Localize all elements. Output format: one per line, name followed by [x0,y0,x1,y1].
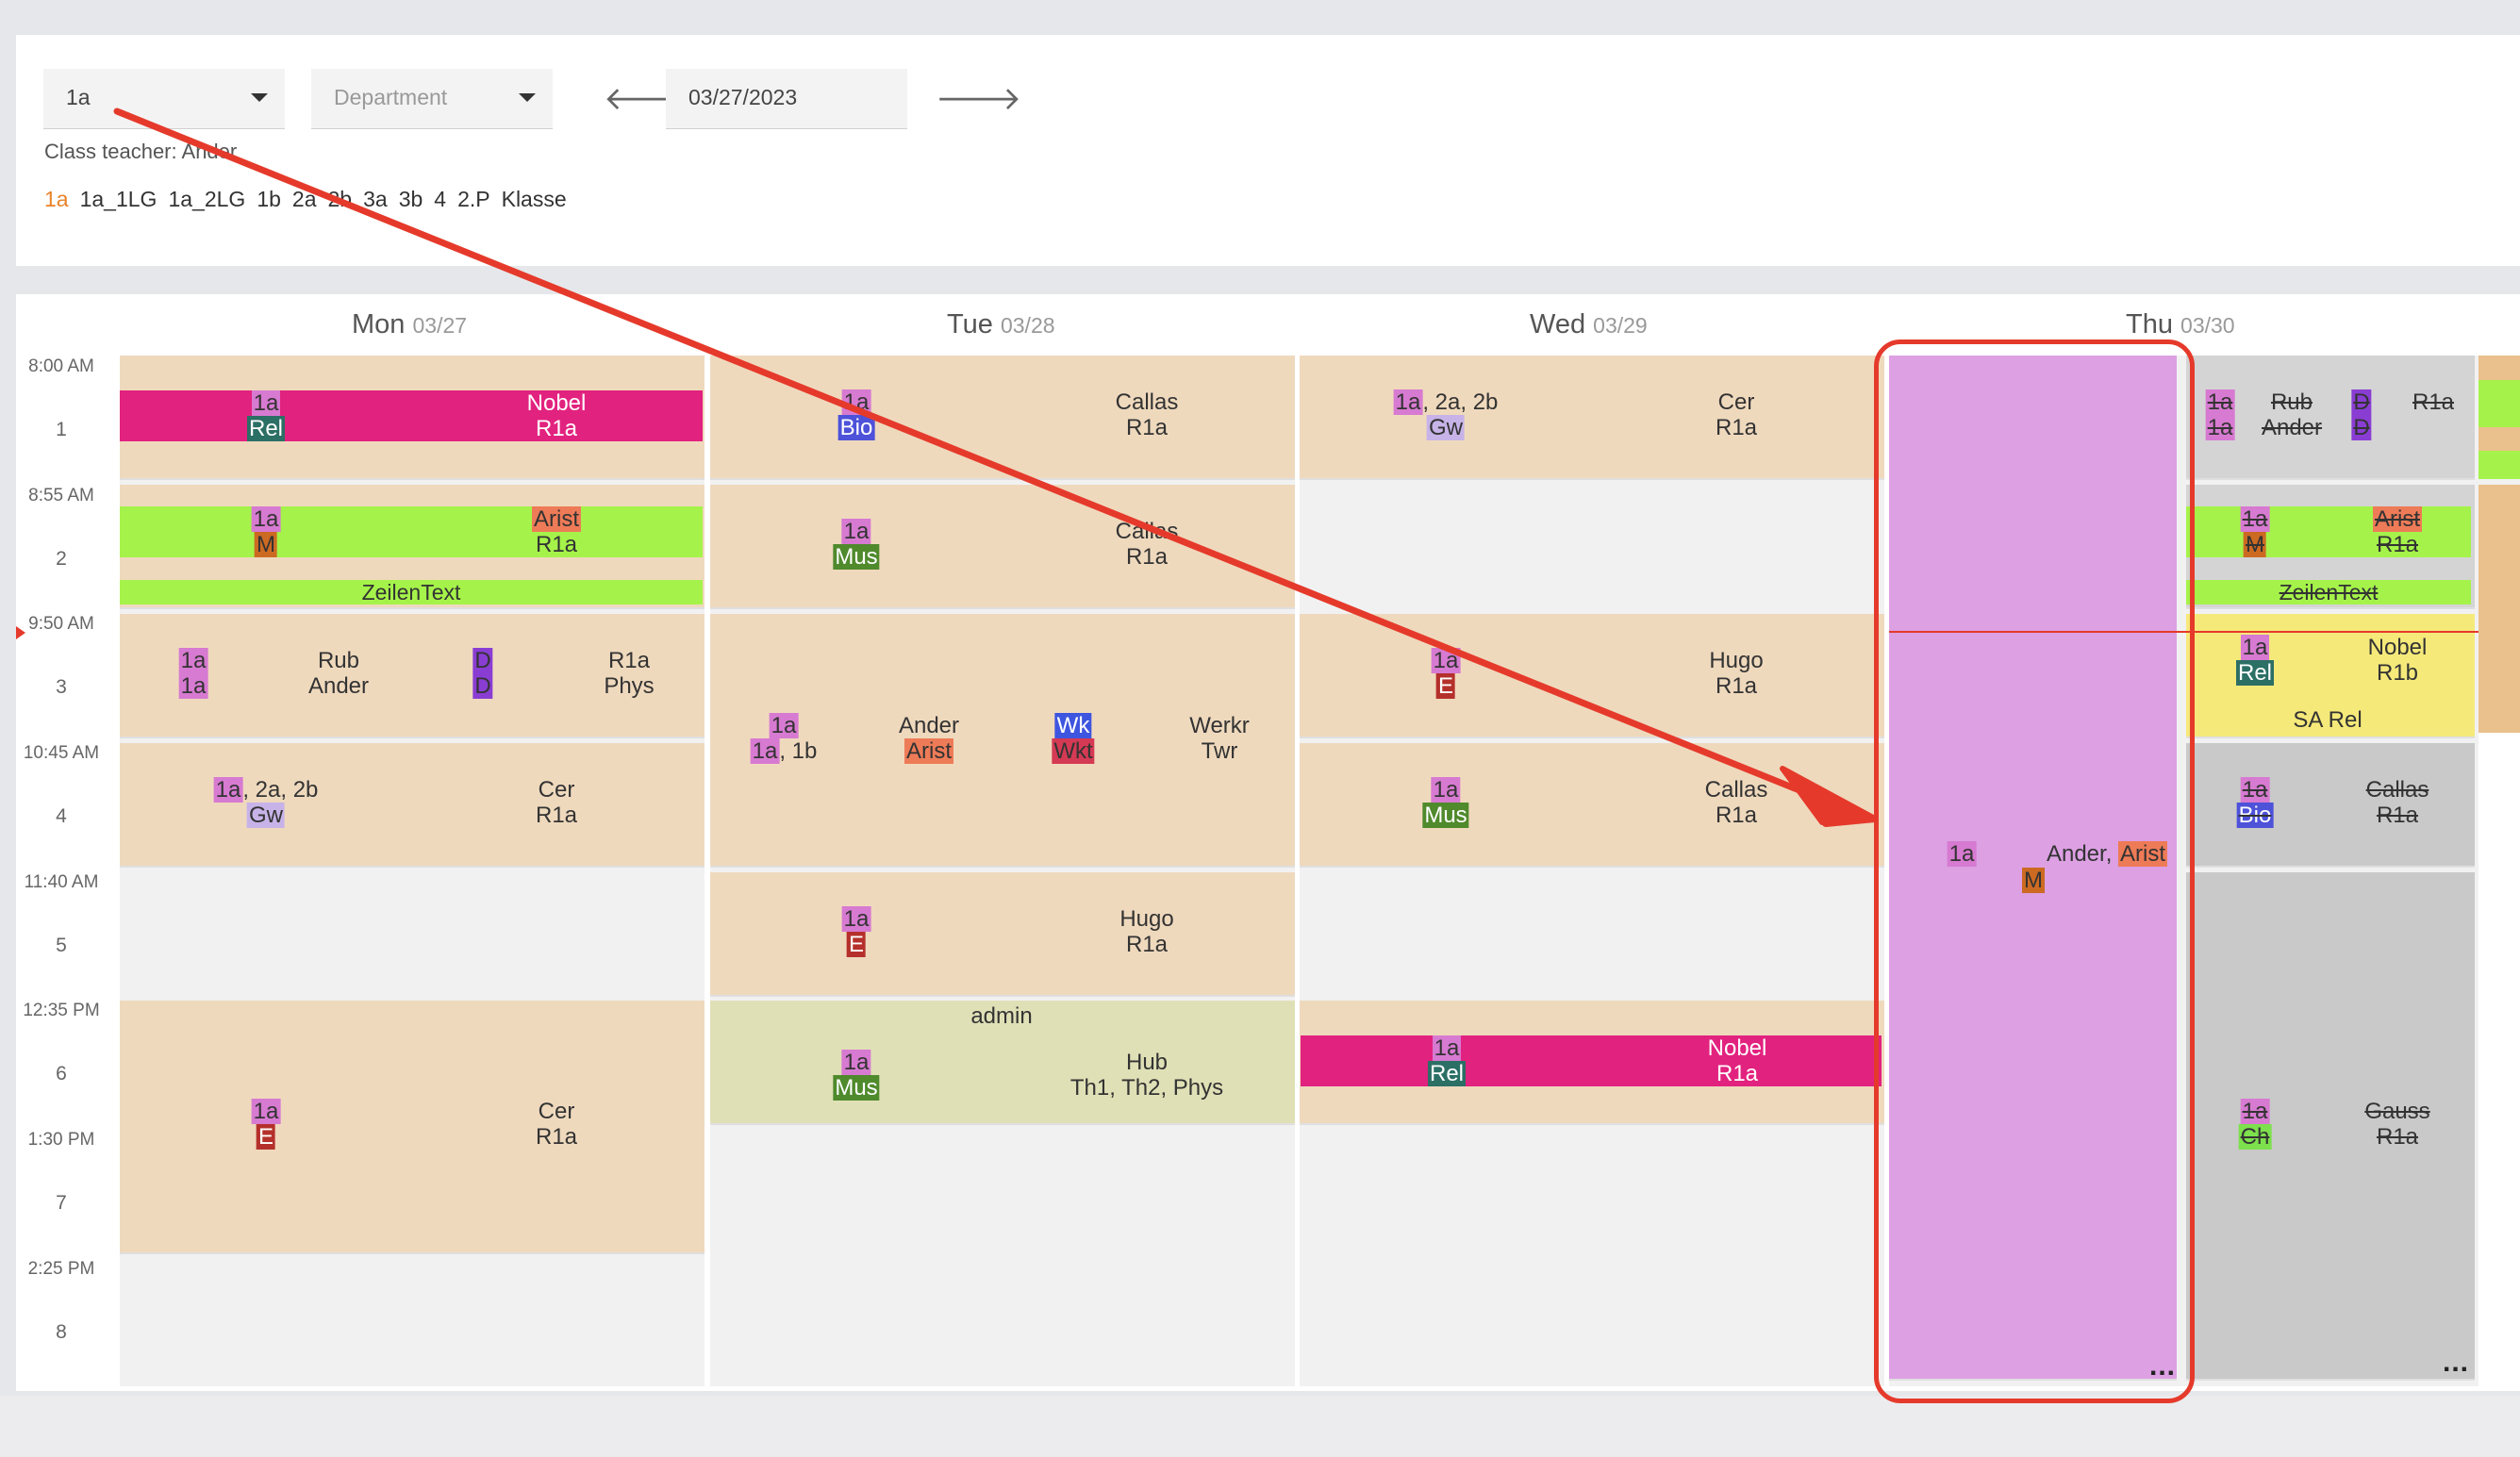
annotation-arrow [113,108,1879,827]
app-root: 1a Department 🡐 03/27/2023 🡒 Class teach… [0,0,2520,1457]
